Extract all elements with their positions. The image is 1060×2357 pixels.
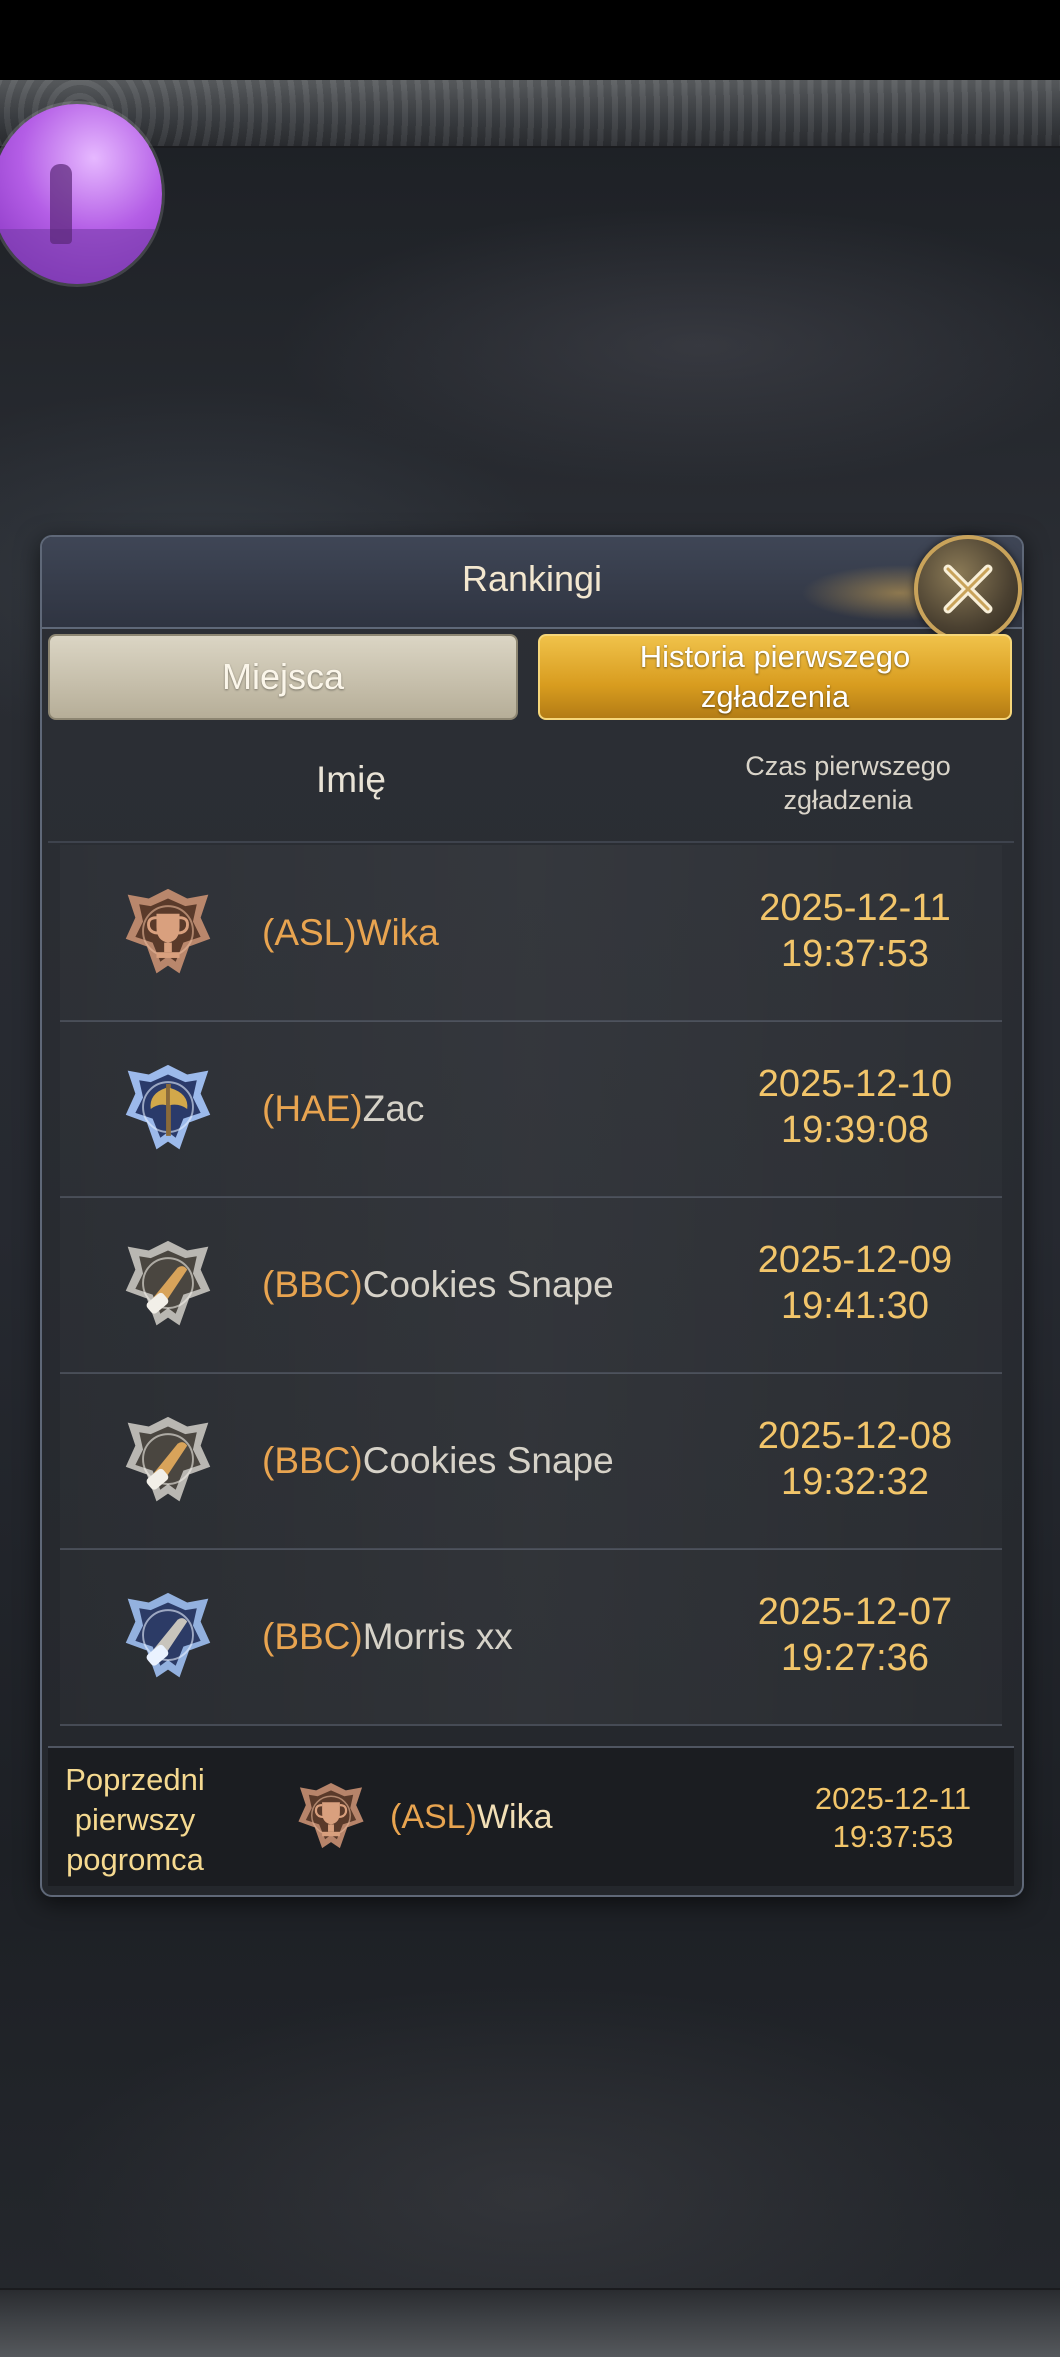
ranking-row[interactable]: (HAE)Zac 2025-12-10 19:39:08 <box>60 1021 1002 1198</box>
player-name-cell: (BBC)Morris xx <box>262 1549 513 1724</box>
tab-first-kill-history-label: Historia pierwszego zgładzenia <box>640 637 911 717</box>
kill-time-cell: 2025-12-10 19:39:08 <box>710 1061 1000 1153</box>
previous-first-slayer-label: Poprzedni pierwszy pogromca <box>60 1760 210 1880</box>
kill-time: 19:27:36 <box>781 1637 929 1679</box>
previous-first-slayer-bar: Poprzedni pierwszy pogromca (ASL)Wika 20… <box>48 1746 1014 1886</box>
player-name-cell: (BBC)Cookies Snape <box>262 1373 614 1548</box>
kill-time-cell: 2025-12-08 19:32:32 <box>710 1413 1000 1505</box>
guild-tag: (BBC) <box>262 1616 363 1657</box>
tab-first-kill-history[interactable]: Historia pierwszego zgładzenia <box>538 634 1012 720</box>
top-ornament-frame <box>0 80 1060 148</box>
player-name-cell: (ASL)Wika <box>262 845 439 1020</box>
kill-date: 2025-12-09 <box>757 1239 953 1281</box>
player-name-cell: (HAE)Zac <box>262 1021 424 1196</box>
kill-time: 19:37:53 <box>832 1819 954 1854</box>
player-name: Morris xx <box>362 1616 513 1657</box>
ranking-row[interactable]: (ASL)Wika 2025-12-11 19:37:53 <box>60 845 1002 1022</box>
column-time-header-line-2: zgładzenia <box>783 785 913 815</box>
avatar-ground <box>0 229 162 284</box>
kill-date: 2025-12-10 <box>757 1063 953 1105</box>
guild-tag: (ASL) <box>262 912 357 953</box>
kill-time: 19:32:32 <box>781 1461 929 1503</box>
avatar-figure <box>50 164 72 244</box>
guild-tag: (BBC) <box>262 1440 363 1481</box>
column-name-header: Imię <box>316 759 386 800</box>
kill-time-cell: 2025-12-09 19:41:30 <box>710 1237 1000 1329</box>
player-name: Zac <box>362 1088 425 1129</box>
rankings-dialog: Rankingi Miejsca Historia pierwszego zgł… <box>40 533 1026 1897</box>
bronze-trophy-icon <box>298 1782 364 1849</box>
column-time-header-line-1: Czas pierwszego <box>745 751 951 781</box>
tab-history-label-line-1: Historia pierwszego <box>639 639 911 674</box>
guild-tag: (HAE) <box>262 1088 363 1129</box>
ranking-row[interactable]: (BBC)Cookies Snape 2025-12-09 19:41:30 <box>60 1197 1002 1374</box>
ranking-row[interactable]: (BBC)Morris xx 2025-12-07 19:27:36 <box>60 1549 1002 1726</box>
kill-date: 2025-12-11 <box>814 1781 972 1816</box>
kill-time-cell: 2025-12-11 19:37:53 <box>710 885 1000 977</box>
ranking-row[interactable]: (BBC)Cookies Snape 2025-12-08 19:32:32 <box>60 1373 1002 1550</box>
blue-axe-icon <box>125 1064 211 1150</box>
guild-tag: (ASL) <box>390 1798 477 1836</box>
player-name-cell: (BBC)Cookies Snape <box>262 1197 614 1372</box>
kill-time: 19:39:08 <box>781 1109 929 1151</box>
close-button[interactable] <box>914 535 1022 643</box>
kill-time: 19:37:53 <box>781 933 929 975</box>
previous-slayer-time: 2025-12-11 19:37:53 <box>788 1780 998 1856</box>
player-name: Wika <box>476 1798 553 1836</box>
player-avatar[interactable] <box>0 104 162 284</box>
player-name: Cookies Snape <box>362 1440 614 1481</box>
kill-date: 2025-12-07 <box>757 1591 953 1633</box>
kill-time-cell: 2025-12-07 19:27:36 <box>710 1589 1000 1681</box>
blue-gauntlet-icon <box>125 1592 211 1678</box>
footer-label-line-2: pierwszy <box>74 1802 196 1837</box>
kill-date: 2025-12-08 <box>757 1415 953 1457</box>
footer-label-line-1: Poprzedni <box>65 1762 205 1797</box>
column-time-header: Czas pierwszego zgładzenia <box>698 749 998 817</box>
bronze-trophy-icon <box>125 888 211 974</box>
bottom-ornament-frame <box>0 2288 1060 2357</box>
first-kill-list[interactable]: Imię Czas pierwszego zgładzenia (ASL)Wik… <box>48 729 1014 1741</box>
silver-gauntlet-icon <box>125 1416 211 1502</box>
kill-time: 19:41:30 <box>781 1285 929 1327</box>
tab-places[interactable]: Miejsca <box>48 634 518 720</box>
kill-date: 2025-12-11 <box>759 887 951 929</box>
guild-tag: (BBC) <box>262 1264 363 1305</box>
player-name: Wika <box>356 912 439 953</box>
footer-label-line-3: pogromca <box>66 1842 204 1877</box>
column-header: Imię Czas pierwszego zgładzenia <box>48 729 1014 843</box>
close-x-icon <box>943 564 993 614</box>
tab-places-label: Miejsca <box>221 656 345 697</box>
player-name: Cookies Snape <box>362 1264 614 1305</box>
previous-slayer-name: (ASL)Wika <box>390 1748 552 1886</box>
status-bar <box>0 0 1060 80</box>
tab-history-label-line-2: zgładzenia <box>700 679 850 714</box>
silver-gauntlet-icon <box>125 1240 211 1326</box>
